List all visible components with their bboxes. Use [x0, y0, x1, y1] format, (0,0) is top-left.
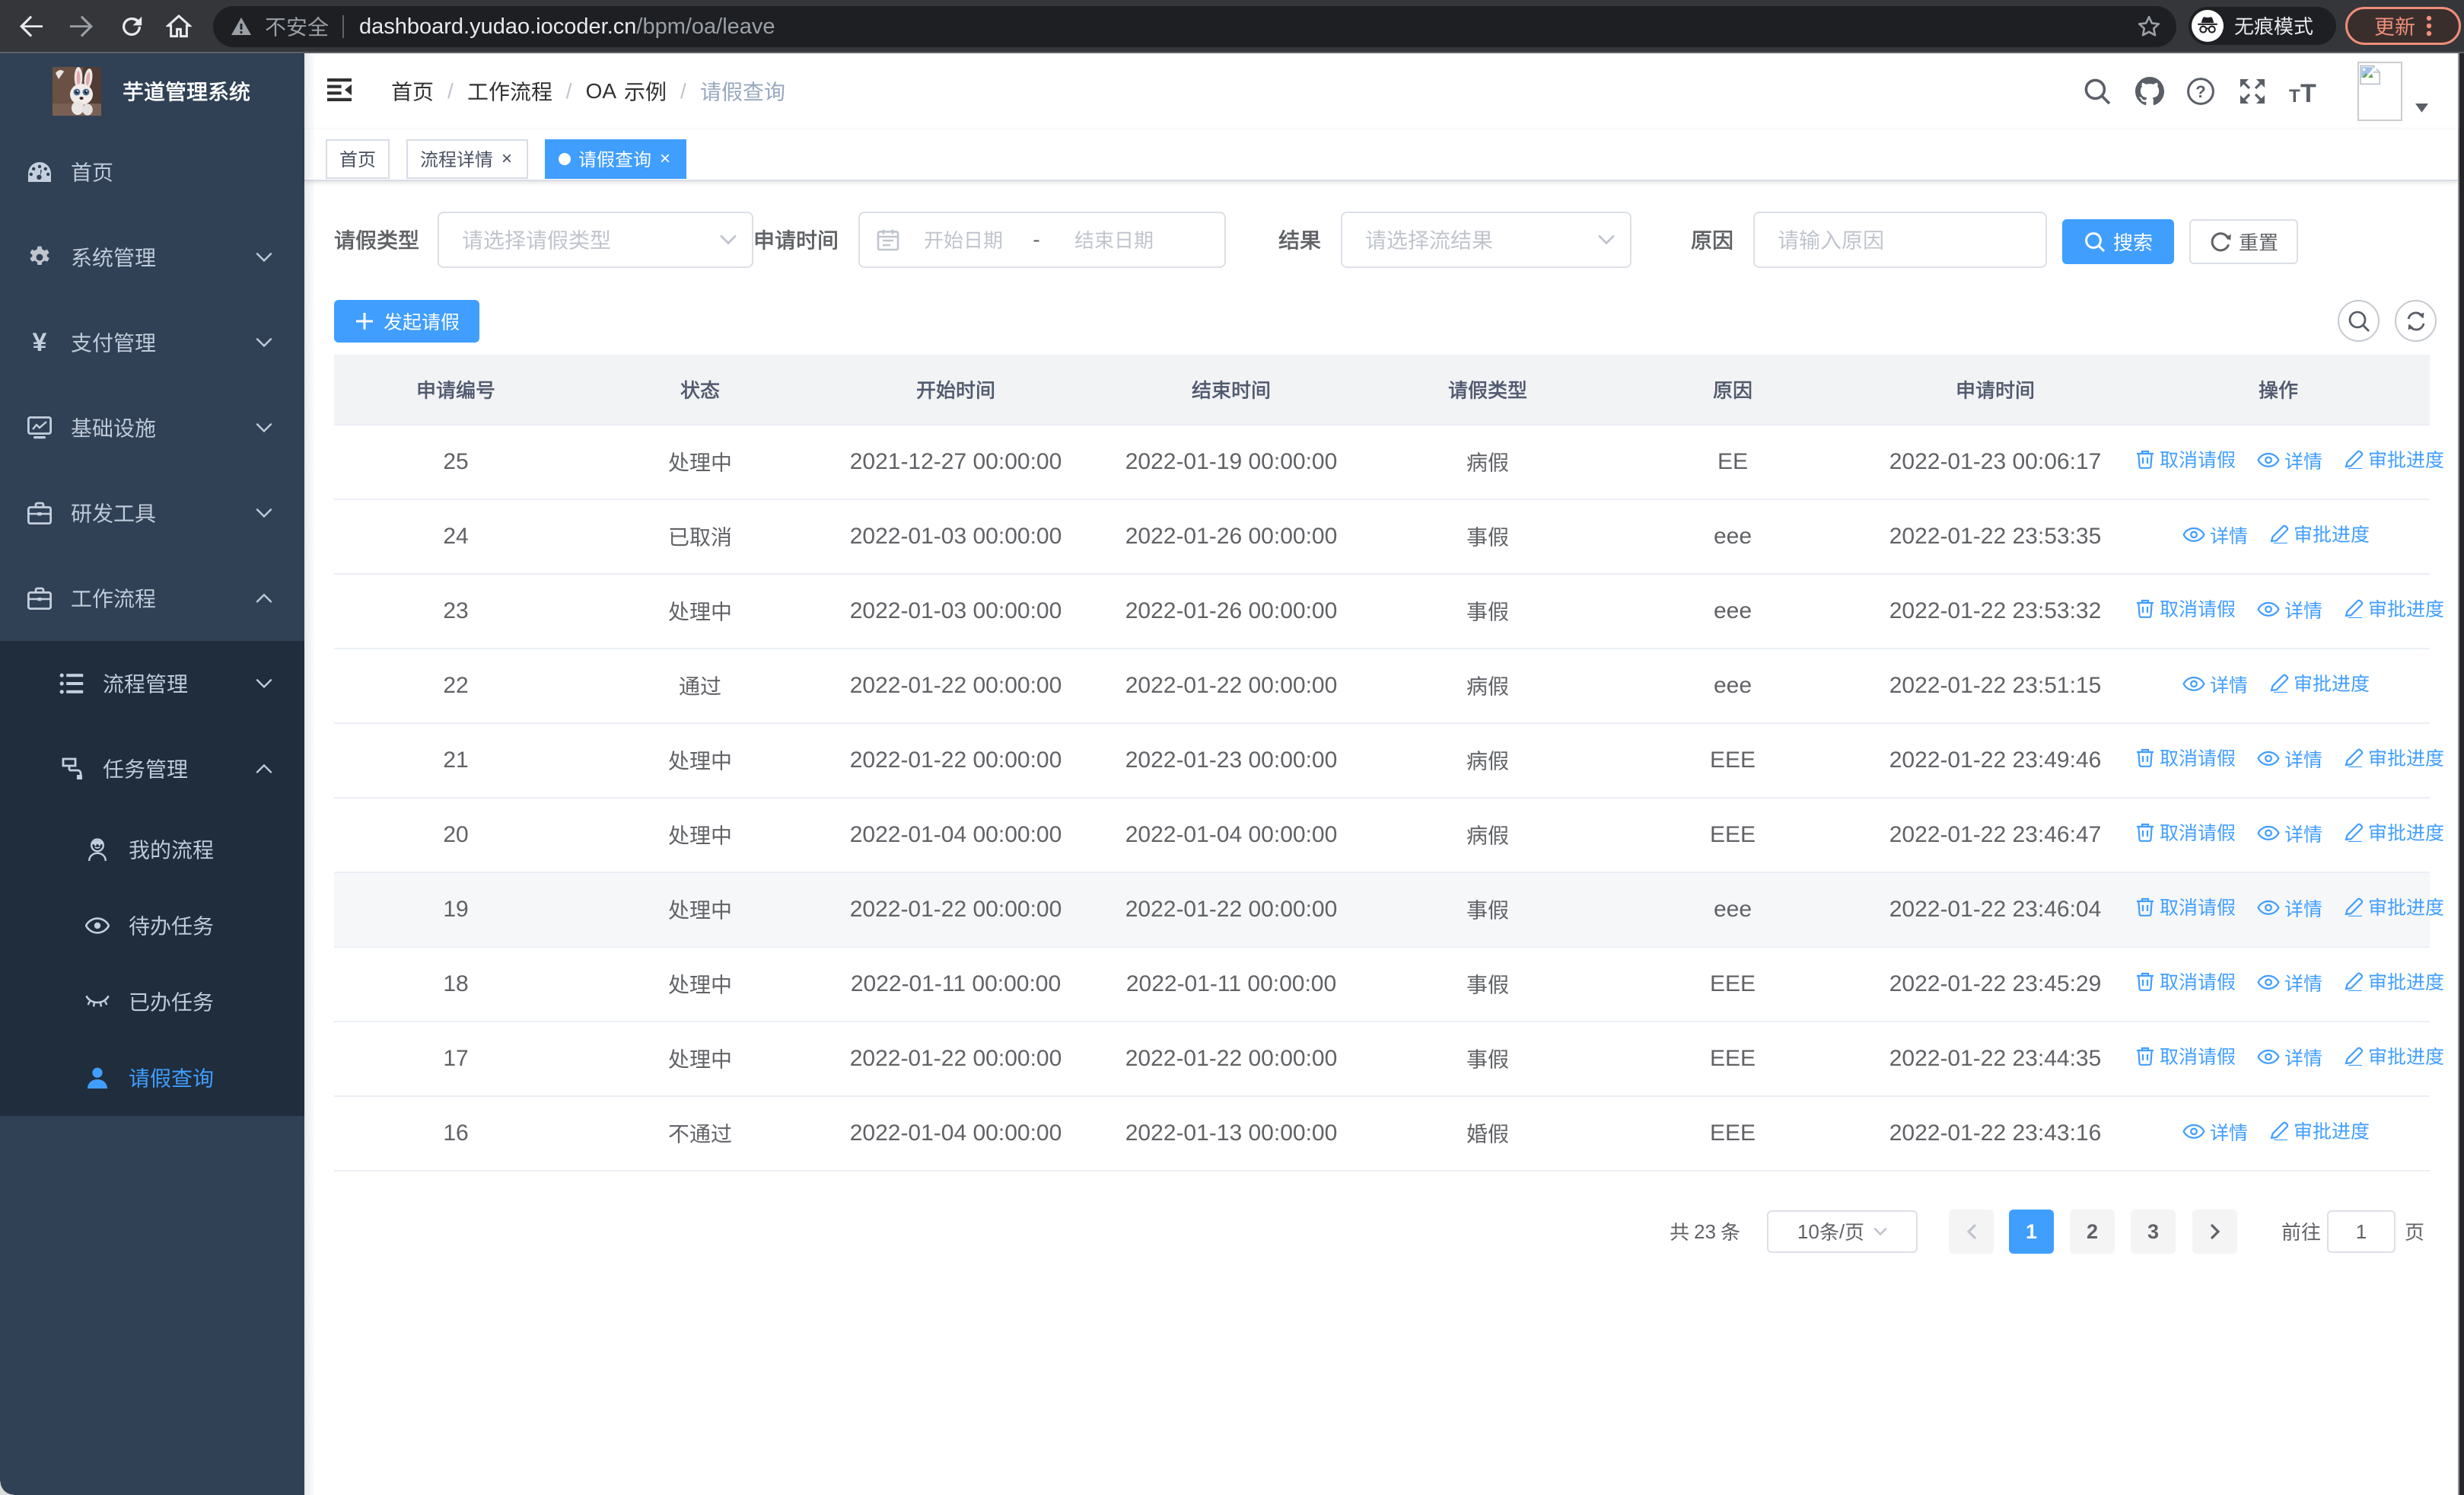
svg-text:?: ? — [2195, 82, 2205, 101]
svg-text:T: T — [2300, 79, 2316, 104]
svg-text:T: T — [2289, 86, 2300, 104]
